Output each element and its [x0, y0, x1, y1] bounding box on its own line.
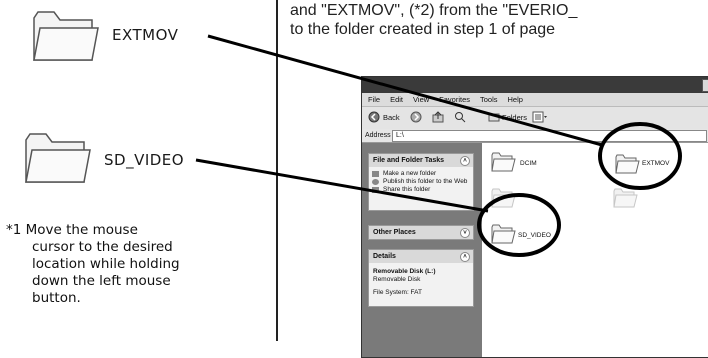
globe-icon	[372, 179, 379, 185]
forward-icon[interactable]	[410, 111, 422, 125]
menu-tools[interactable]: Tools	[480, 95, 498, 104]
note-line-2: cursor to the desired	[32, 239, 173, 255]
menu-view[interactable]: View	[413, 95, 429, 104]
collapse-icon[interactable]: ˄	[460, 156, 470, 166]
details-title: Details	[373, 253, 396, 260]
publish-folder-link[interactable]: Publish this folder to the Web	[369, 178, 473, 186]
address-value: L:\	[396, 132, 404, 139]
file-folder-tasks-panel: File and Folder Tasks ˄ Make a new folder…	[368, 153, 474, 211]
file-folder-tasks-title: File and Folder Tasks	[373, 157, 445, 164]
back-button[interactable]: Back	[383, 113, 400, 122]
details-panel: Details ˄ Removable Disk (L:) Removable D…	[368, 249, 474, 307]
address-label: Address	[365, 132, 391, 139]
up-folder-icon[interactable]	[432, 111, 444, 125]
sd-video-file-label[interactable]: SD_VIDEO	[518, 232, 551, 239]
share-folder-link[interactable]: Share this folder	[369, 186, 473, 194]
menu-file[interactable]: File	[368, 95, 380, 104]
note-line-5: button.	[32, 290, 81, 306]
task-pane: File and Folder Tasks ˄ Make a new folder…	[362, 143, 482, 357]
file-list: DCIM EXTMOV SD_VIDEO	[482, 143, 708, 357]
dcim-folder-icon[interactable]	[490, 151, 516, 177]
folders-button[interactable]: Folders	[502, 113, 527, 122]
explorer-window: File Edit View Favorites Tools Help Back Fold…	[361, 76, 708, 358]
extmov-label: EXTMOV	[112, 26, 179, 44]
other-places-title: Other Places	[373, 229, 416, 236]
window-titlebar	[362, 77, 708, 93]
views-icon[interactable]	[532, 111, 548, 125]
menu-edit[interactable]: Edit	[390, 95, 403, 104]
sd-video-folder-icon[interactable]	[490, 223, 516, 249]
footnote: *1 Move the mouse cursor to the desired …	[6, 222, 271, 307]
file-system: File System: FAT	[373, 289, 422, 296]
collapse-icon[interactable]: ˄	[460, 252, 470, 262]
search-icon[interactable]	[454, 111, 466, 125]
share-icon	[372, 187, 379, 193]
make-folder-link[interactable]: Make a new folder	[369, 170, 473, 178]
toolbar: Back Folders	[362, 106, 708, 130]
column-divider	[276, 0, 278, 341]
disk-name: Removable Disk (L:)	[373, 268, 436, 275]
extmov-folder-icon[interactable]	[614, 153, 640, 179]
disk-type: Removable Disk	[373, 276, 421, 283]
note-line-1: *1 Move the mouse	[6, 222, 138, 238]
menu-favorites[interactable]: Favorites	[439, 95, 470, 104]
dcim-label[interactable]: DCIM	[520, 160, 537, 167]
hidden-folder-icon[interactable]	[612, 187, 638, 213]
note-line-3: location while holding	[32, 256, 180, 272]
instruction-line-2: to the folder created in step 1 of page	[290, 21, 556, 38]
new-folder-icon	[372, 171, 379, 177]
address-field[interactable]: L:\	[392, 130, 707, 142]
menu-bar: File Edit View Favorites Tools Help	[362, 93, 708, 106]
back-icon[interactable]	[368, 111, 380, 125]
sd-video-folder-icon	[22, 128, 92, 190]
hidden-folder-icon[interactable]	[490, 187, 516, 213]
extmov-folder-icon	[30, 6, 100, 68]
other-places-panel: Other Places ˅	[368, 225, 474, 240]
expand-icon[interactable]: ˅	[460, 228, 470, 238]
address-bar: Address L:\	[362, 129, 708, 143]
extmov-file-label[interactable]: EXTMOV	[642, 160, 669, 167]
note-line-4: down the left mouse	[32, 273, 171, 289]
minimize-icon[interactable]	[702, 79, 708, 92]
folders-icon[interactable]	[488, 112, 500, 124]
menu-help[interactable]: Help	[508, 95, 523, 104]
sd-video-label: SD_VIDEO	[104, 151, 185, 169]
instruction-line-1: and "EXTMOV", (*2) from the "EVERIO_	[290, 2, 578, 19]
